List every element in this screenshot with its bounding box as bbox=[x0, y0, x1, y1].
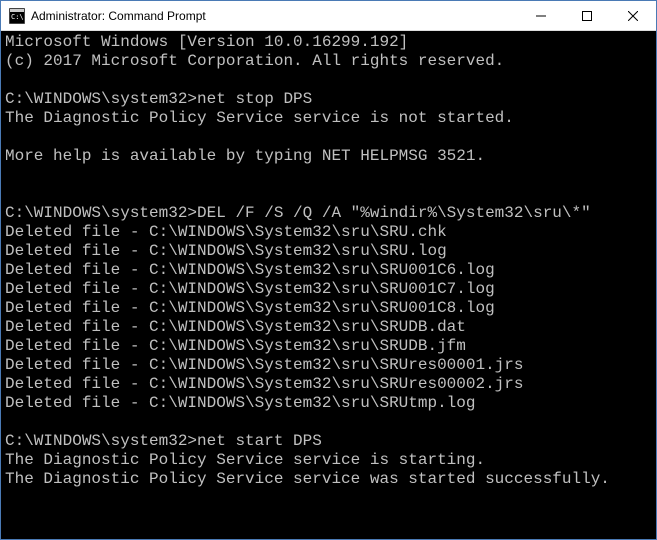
minimize-button[interactable] bbox=[518, 1, 564, 30]
terminal-line bbox=[5, 128, 652, 147]
svg-text:C:\: C:\ bbox=[11, 13, 24, 21]
terminal-line: Deleted file - C:\WINDOWS\System32\sru\S… bbox=[5, 318, 652, 337]
window-title: Administrator: Command Prompt bbox=[31, 9, 518, 23]
terminal-line: Deleted file - C:\WINDOWS\System32\sru\S… bbox=[5, 261, 652, 280]
terminal-line: (c) 2017 Microsoft Corporation. All righ… bbox=[5, 52, 652, 71]
terminal-line: The Diagnostic Policy Service service is… bbox=[5, 109, 652, 128]
terminal-line bbox=[5, 71, 652, 90]
terminal-line: C:\WINDOWS\system32>DEL /F /S /Q /A "%wi… bbox=[5, 204, 652, 223]
terminal-output[interactable]: Microsoft Windows [Version 10.0.16299.19… bbox=[1, 31, 656, 539]
terminal-line: Deleted file - C:\WINDOWS\System32\sru\S… bbox=[5, 375, 652, 394]
terminal-line: C:\WINDOWS\system32>net stop DPS bbox=[5, 90, 652, 109]
terminal-line bbox=[5, 185, 652, 204]
terminal-line: Deleted file - C:\WINDOWS\System32\sru\S… bbox=[5, 337, 652, 356]
titlebar: C:\ Administrator: Command Prompt bbox=[1, 1, 656, 31]
terminal-line: Deleted file - C:\WINDOWS\System32\sru\S… bbox=[5, 299, 652, 318]
terminal-line bbox=[5, 413, 652, 432]
close-button[interactable] bbox=[610, 1, 656, 30]
command-prompt-window: C:\ Administrator: Command Prompt Micros… bbox=[0, 0, 657, 540]
terminal-line: Deleted file - C:\WINDOWS\System32\sru\S… bbox=[5, 356, 652, 375]
terminal-line: Deleted file - C:\WINDOWS\System32\sru\S… bbox=[5, 242, 652, 261]
terminal-line: Deleted file - C:\WINDOWS\System32\sru\S… bbox=[5, 223, 652, 242]
window-controls bbox=[518, 1, 656, 30]
terminal-line bbox=[5, 166, 652, 185]
cmd-icon: C:\ bbox=[9, 8, 25, 24]
terminal-line bbox=[5, 489, 652, 508]
terminal-line: The Diagnostic Policy Service service is… bbox=[5, 451, 652, 470]
terminal-line: The Diagnostic Policy Service service wa… bbox=[5, 470, 652, 489]
terminal-line: Microsoft Windows [Version 10.0.16299.19… bbox=[5, 33, 652, 52]
terminal-line: Deleted file - C:\WINDOWS\System32\sru\S… bbox=[5, 394, 652, 413]
terminal-line: Deleted file - C:\WINDOWS\System32\sru\S… bbox=[5, 280, 652, 299]
maximize-button[interactable] bbox=[564, 1, 610, 30]
terminal-line: More help is available by typing NET HEL… bbox=[5, 147, 652, 166]
terminal-line: C:\WINDOWS\system32>net start DPS bbox=[5, 432, 652, 451]
